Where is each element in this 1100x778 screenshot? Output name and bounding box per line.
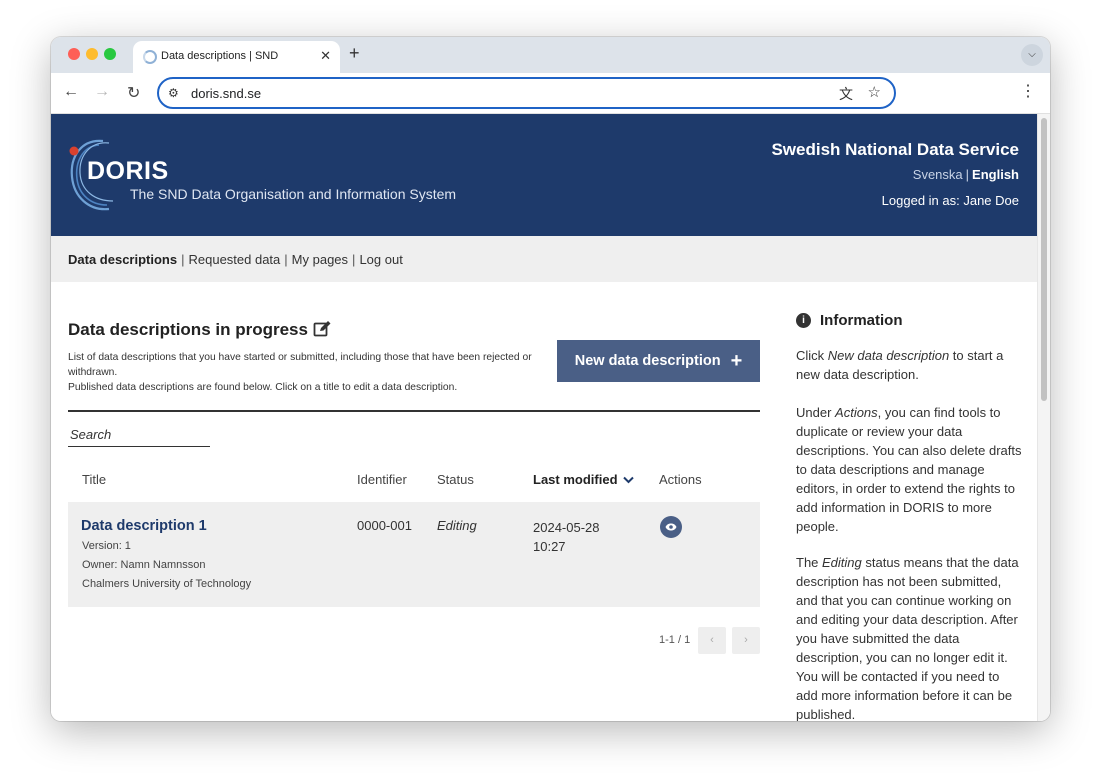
tab-close-icon[interactable]: ✕ [320, 48, 331, 64]
browser-window: Data descriptions | SND ✕ + ⌵ ← → ↻ ⚙ do… [51, 37, 1050, 721]
page-scrollbar[interactable] [1037, 114, 1050, 721]
row-version: Version: 1 [82, 540, 131, 552]
row-owner: Owner: Namn Namnsson [82, 559, 206, 571]
nav-my-pages[interactable]: My pages [292, 252, 348, 267]
browser-menu-icon[interactable]: ⋮ [1020, 81, 1036, 101]
view-button[interactable] [660, 516, 682, 538]
nav-separator: | [181, 252, 185, 267]
description-line-1: List of data descriptions that you have … [68, 352, 532, 378]
info-icon: i [796, 313, 811, 328]
tab-strip: Data descriptions | SND ✕ + ⌵ [51, 37, 1050, 73]
section-divider [68, 410, 760, 412]
site-header: DORIS The SND Data Organisation and Info… [51, 114, 1037, 236]
plus-icon: + [730, 349, 743, 372]
column-header-last-modified[interactable]: Last modified [533, 472, 634, 487]
info-text: Click [796, 348, 828, 363]
lang-separator: | [965, 167, 970, 182]
nav-separator: | [284, 252, 288, 267]
info-text: , you can find tools to duplicate or rev… [796, 405, 1022, 534]
new-tab-button[interactable]: + [349, 43, 360, 64]
tab-search-chevron-icon[interactable]: ⌵ [1021, 44, 1043, 66]
site-settings-icon[interactable]: ⚙ [168, 86, 179, 100]
last-modified-label: Last modified [533, 472, 618, 487]
info-paragraph-3: The Editing status means that the data d… [796, 553, 1024, 721]
new-data-description-label: New data description [574, 353, 721, 369]
logged-in-user: Logged in as: Jane Doe [881, 193, 1019, 208]
tab-title: Data descriptions | SND [161, 50, 279, 62]
information-title: Information [820, 312, 903, 329]
search-field[interactable] [68, 422, 210, 447]
edit-icon[interactable] [313, 320, 332, 338]
description-line-2: Published data descriptions are found be… [68, 382, 458, 393]
info-emphasis: Editing [822, 555, 862, 570]
close-window-button[interactable] [68, 48, 80, 60]
column-header-identifier[interactable]: Identifier [357, 472, 407, 487]
lang-svenska-link[interactable]: Svenska [913, 167, 963, 182]
sub-navigation: Data descriptions | Requested data | My page… [51, 236, 1037, 282]
scrollbar-thumb[interactable] [1041, 118, 1047, 401]
table-row: Data description 1 Version: 1 Owner: Nam… [68, 502, 760, 607]
address-bar[interactable]: ⚙ doris.snd.se 文 ☆ [157, 77, 896, 109]
reload-icon[interactable]: ↻ [127, 83, 140, 103]
browser-tab[interactable]: Data descriptions | SND ✕ [133, 41, 340, 73]
page-description: List of data descriptions that you have … [68, 350, 533, 395]
back-arrow-icon[interactable]: ← [63, 83, 79, 101]
info-paragraph-2: Under Actions, you can find tools to dup… [796, 403, 1024, 536]
row-identifier: 0000-001 [357, 518, 412, 533]
page-viewport: DORIS The SND Data Organisation and Info… [51, 114, 1050, 721]
chevron-down-icon [622, 476, 634, 484]
nav-log-out[interactable]: Log out [359, 252, 402, 267]
information-heading: i Information [796, 312, 903, 329]
row-organisation: Chalmers University of Technology [82, 578, 252, 590]
pagination-count: 1-1 / 1 [659, 634, 691, 646]
minimize-window-button[interactable] [86, 48, 98, 60]
row-time: 10:27 [533, 539, 566, 554]
favicon-icon [143, 50, 157, 64]
page-title: Data descriptions in progress [68, 320, 308, 339]
search-input[interactable] [68, 422, 210, 446]
info-emphasis: Actions [835, 405, 878, 420]
logo-name[interactable]: DORIS [87, 157, 169, 186]
language-switcher: Svenska | English [913, 167, 1019, 182]
url-text[interactable]: doris.snd.se [191, 86, 261, 101]
nav-data-descriptions[interactable]: Data descriptions [68, 252, 177, 267]
organisation-name: Swedish National Data Service [771, 140, 1019, 159]
info-text: Under [796, 405, 836, 420]
next-page-button[interactable]: › [732, 627, 760, 654]
row-title-link[interactable]: Data description 1 [81, 518, 207, 534]
row-date: 2024-05-28 [533, 520, 600, 535]
new-data-description-button[interactable]: New data description + [557, 340, 760, 382]
info-paragraph-1: Click New data description to start a ne… [796, 346, 1024, 384]
column-header-actions: Actions [659, 472, 702, 487]
maximize-window-button[interactable] [104, 48, 116, 60]
previous-page-button[interactable]: ‹ [698, 627, 726, 654]
lang-english-link[interactable]: English [972, 167, 1019, 182]
info-text: status means that the data description h… [796, 555, 1019, 721]
logo-subtitle: The SND Data Organisation and Informatio… [130, 186, 457, 202]
nav-requested-data[interactable]: Requested data [188, 252, 280, 267]
info-emphasis: New data description [827, 348, 950, 363]
eye-icon [665, 523, 677, 531]
forward-arrow-icon[interactable]: → [94, 83, 110, 101]
info-text: The [796, 555, 823, 570]
bookmark-star-icon[interactable]: ☆ [868, 83, 881, 101]
column-header-status[interactable]: Status [437, 472, 474, 487]
column-header-title[interactable]: Title [82, 472, 106, 487]
browser-toolbar: ← → ↻ ⚙ doris.snd.se 文 ☆ ⋮ [51, 73, 1050, 114]
row-status: Editing [437, 518, 477, 533]
row-last-modified: 2024-05-28 10:27 [533, 518, 600, 556]
nav-separator: | [352, 252, 356, 267]
translate-icon[interactable]: 文 [839, 84, 853, 104]
